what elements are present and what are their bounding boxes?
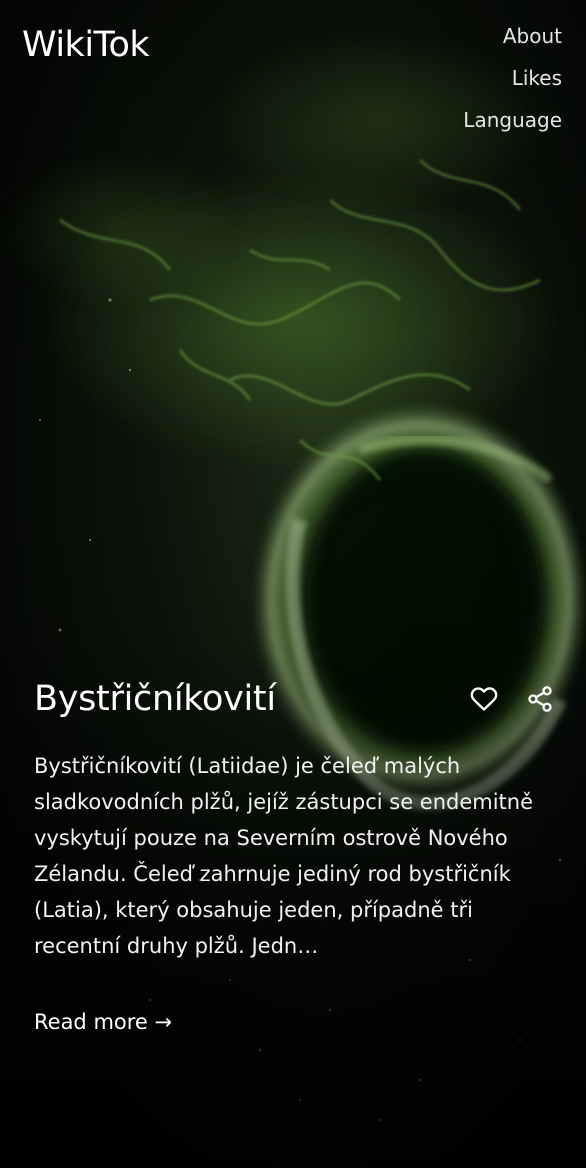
read-more-link[interactable]: Read more → [34,1007,172,1037]
top-nav: About Likes Language [463,22,562,134]
share-button[interactable] [526,685,554,713]
article-summary: Bystřičníkovití (Latiidae) je čeleď malý… [34,754,534,958]
feed-card: WikiTok About Likes Language Bystřičníko… [0,0,586,1168]
nav-likes-link[interactable]: Likes [512,64,562,92]
app-logo[interactable]: WikiTok [22,24,150,66]
nav-about-link[interactable]: About [503,22,562,50]
like-button[interactable] [470,685,498,713]
heart-icon [470,687,498,711]
share-icon [528,686,552,712]
article-title[interactable]: Bystřičníkovití [34,676,276,722]
article-actions [470,685,554,713]
nav-language-link[interactable]: Language [463,106,562,134]
article-content: Bystřičníkovití Bystřičníkovití (Latiida… [34,676,554,1037]
article-header: Bystřičníkovití [34,676,554,722]
